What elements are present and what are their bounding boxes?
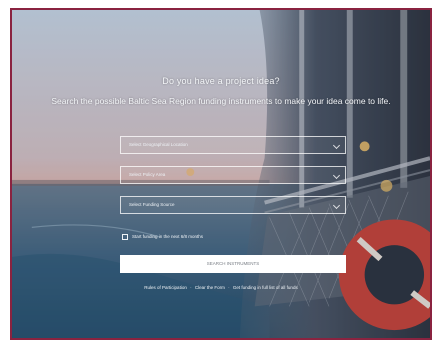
rules-of-participation-link[interactable]: Rules of Participation <box>144 285 187 290</box>
funding-source-select[interactable]: Select Funding Source <box>120 196 346 214</box>
policy-area-select[interactable]: Select Policy Area <box>120 166 346 184</box>
funding-timeframe-checkbox-row[interactable]: Start funding in the next 6/8 months <box>120 232 346 244</box>
hero-headline: Do you have a project idea? <box>162 76 280 86</box>
search-instruments-button[interactable]: SEARCH INSTRUMENTS <box>120 255 346 273</box>
chevron-down-icon <box>332 171 341 180</box>
chevron-down-icon <box>332 201 341 210</box>
funding-timeframe-label: Start funding in the next 6/8 months <box>132 234 204 239</box>
full-funds-list-link[interactable]: Get funding in full list of all funds <box>233 285 298 290</box>
geographical-location-placeholder: Select Geographical Location <box>129 142 188 147</box>
geographical-location-select[interactable]: Select Geographical Location <box>120 136 346 154</box>
link-separator: · <box>190 285 192 290</box>
funding-timeframe-checkbox[interactable] <box>122 234 128 240</box>
hero-subline: Search the possible Baltic Sea Region fu… <box>51 96 391 106</box>
chevron-down-icon <box>332 141 341 150</box>
funding-source-placeholder: Select Funding Source <box>129 202 175 207</box>
link-separator: · <box>228 285 230 290</box>
page-frame: Do you have a project idea? Search the p… <box>10 8 432 340</box>
footer-links: Rules of Participation · Clear the Form … <box>12 285 430 290</box>
clear-form-link[interactable]: Clear the Form <box>195 285 225 290</box>
policy-area-placeholder: Select Policy Area <box>129 172 166 177</box>
